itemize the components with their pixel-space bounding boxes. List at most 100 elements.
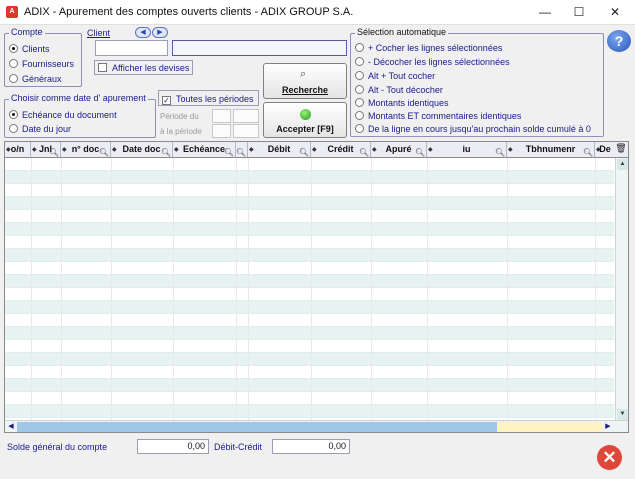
afficher-devises-box[interactable] (98, 63, 107, 72)
ledger-grid: ◆ o/n ◆ Jnl 🔍︎ ◆ n° doc 🔍︎ ◆ Date doc 🔍︎ ◆ Echéa… (4, 141, 629, 433)
scroll-up-arrow-icon[interactable]: ▲ (617, 159, 628, 170)
col-header-blank[interactable]: 🔍︎ (236, 142, 248, 157)
radio-solde-cumule[interactable]: De la ligne en cours jusqu'au prochain s… (355, 124, 591, 134)
radio-montants-commentaires[interactable]: Montants ET commentaires identiques (355, 111, 521, 121)
col-header-debit[interactable]: ◆ Débit 🔍︎ (248, 142, 311, 157)
search-icon[interactable]: 🔍︎ (236, 145, 246, 157)
radio-date-du-jour[interactable]: Date du jour (9, 124, 71, 134)
radio-echeance-label: Echéance du document (22, 110, 117, 120)
col-divider (371, 158, 372, 421)
radio-indicator[interactable] (355, 111, 364, 120)
accepter-button-label: Accepter [F9] (276, 124, 334, 134)
horizontal-scrollbar[interactable]: ◀ ▶ (5, 420, 628, 432)
search-icon[interactable]: 🔍︎ (161, 145, 171, 157)
horizontal-scroll-thumb[interactable] (17, 422, 497, 432)
search-icon[interactable]: 🔍︎ (49, 145, 59, 157)
grid-body[interactable] (5, 158, 614, 421)
table-row[interactable] (5, 392, 614, 405)
table-row[interactable] (5, 301, 614, 314)
scroll-left-arrow-icon[interactable]: ◀ (6, 422, 16, 432)
col-header-iu[interactable]: ◆ iu 🔍︎ (427, 142, 507, 157)
col-header-apure[interactable]: ◆ Apuré 🔍︎ (371, 142, 427, 157)
table-row[interactable] (5, 366, 614, 379)
close-form-icon[interactable]: ✕ (597, 445, 622, 470)
radio-generaux-indicator[interactable] (9, 74, 18, 83)
radio-indicator[interactable] (355, 124, 364, 133)
client-code-input[interactable] (95, 40, 168, 56)
table-row[interactable] (5, 197, 614, 210)
col-header-ndoc[interactable]: ◆ n° doc 🔍︎ (61, 142, 111, 157)
help-icon[interactable]: ? (607, 30, 631, 52)
magnifier-icon: ⌕ (300, 68, 307, 80)
toutes-periodes-checkbox[interactable]: ✓ Toutes les périodes (158, 90, 259, 106)
adix-logo-icon: A (6, 6, 18, 18)
radio-montants-identiques[interactable]: Montants identiques (355, 98, 449, 108)
table-row[interactable] (5, 262, 614, 275)
recherche-button[interactable]: ⌕ Recherche (263, 63, 347, 99)
table-row[interactable] (5, 340, 614, 353)
periode-a-label: à la période (160, 127, 202, 136)
radio-indicator[interactable] (355, 98, 364, 107)
col-header-de[interactable]: ◆ De (595, 142, 615, 157)
table-row[interactable] (5, 405, 614, 418)
table-row[interactable] (5, 327, 614, 340)
table-row[interactable] (5, 223, 614, 236)
radio-clients[interactable]: Clients (9, 44, 50, 54)
table-row[interactable] (5, 249, 614, 262)
table-row[interactable] (5, 275, 614, 288)
radio-generaux[interactable]: Généraux (9, 74, 62, 84)
search-icon[interactable]: 🔍︎ (299, 145, 309, 157)
search-icon[interactable]: 🔍︎ (224, 145, 234, 157)
col-header-on[interactable]: ◆ o/n (5, 142, 31, 157)
col-header-jnl[interactable]: ◆ Jnl 🔍︎ (31, 142, 61, 157)
next-client-button[interactable]: ▶ (152, 27, 168, 38)
table-row[interactable] (5, 210, 614, 223)
radio-fournisseurs-indicator[interactable] (9, 59, 18, 68)
radio-indicator[interactable] (355, 57, 364, 66)
scroll-right-arrow-icon[interactable]: ▶ (603, 422, 613, 432)
col-header-tbhnumenr[interactable]: ◆ Tbhnumenr 🔍︎ (507, 142, 595, 157)
minimize-button[interactable]: — (527, 0, 563, 25)
radio-echeance-document[interactable]: Echéance du document (9, 110, 117, 120)
radio-decocher-selection[interactable]: - Décocher les lignes sélectionnées (355, 57, 510, 67)
radio-cocher-selection[interactable]: + Cocher les lignes sélectionnées (355, 43, 502, 53)
radio-tout-decocher[interactable]: Alt - Tout décocher (355, 85, 443, 95)
toutes-periodes-box[interactable]: ✓ (162, 96, 171, 105)
prev-client-button[interactable]: ◀ (135, 27, 151, 38)
table-row[interactable] (5, 288, 614, 301)
table-row[interactable] (5, 236, 614, 249)
vertical-scrollbar[interactable]: ▲ ▼ (615, 158, 628, 421)
radio-echeance-indicator[interactable] (9, 110, 18, 119)
periode-du-input-1 (212, 109, 231, 123)
table-row[interactable] (5, 353, 614, 366)
table-row[interactable] (5, 379, 614, 392)
solde-general-value: 0,00 (137, 439, 209, 454)
client-label: Client (87, 28, 111, 38)
table-row[interactable] (5, 171, 614, 184)
radio-clients-indicator[interactable] (9, 44, 18, 53)
window-close-button[interactable]: ✕ (597, 0, 633, 25)
col-header-echeance[interactable]: ◆ Echéance 🔍︎ (173, 142, 236, 157)
table-row[interactable] (5, 158, 614, 171)
search-icon[interactable]: 🔍︎ (415, 145, 425, 157)
radio-date-jour-indicator[interactable] (9, 124, 18, 133)
col-header-credit[interactable]: ◆ Crédit 🔍︎ (311, 142, 371, 157)
table-row[interactable] (5, 184, 614, 197)
search-icon[interactable]: 🔍︎ (583, 145, 593, 157)
table-row[interactable] (5, 314, 614, 327)
search-icon[interactable]: 🔍︎ (359, 145, 369, 157)
radio-indicator[interactable] (355, 43, 364, 52)
radio-tout-cocher[interactable]: Alt + Tout cocher (355, 71, 435, 81)
col-header-date-doc[interactable]: ◆ Date doc 🔍︎ (111, 142, 173, 157)
afficher-devises-checkbox[interactable]: Afficher les devises (94, 60, 193, 75)
radio-fournisseurs[interactable]: Fournisseurs (9, 59, 74, 69)
trash-icon[interactable]: 🗑︎ (615, 143, 627, 156)
search-icon[interactable]: 🔍︎ (99, 145, 109, 157)
scroll-down-arrow-icon[interactable]: ▼ (617, 409, 628, 420)
radio-generaux-label: Généraux (22, 74, 62, 84)
search-icon[interactable]: 🔍︎ (495, 145, 505, 157)
radio-indicator[interactable] (355, 71, 364, 80)
maximize-button[interactable]: ☐ (561, 0, 597, 25)
accepter-button[interactable]: Accepter [F9] (263, 102, 347, 138)
radio-indicator[interactable] (355, 85, 364, 94)
